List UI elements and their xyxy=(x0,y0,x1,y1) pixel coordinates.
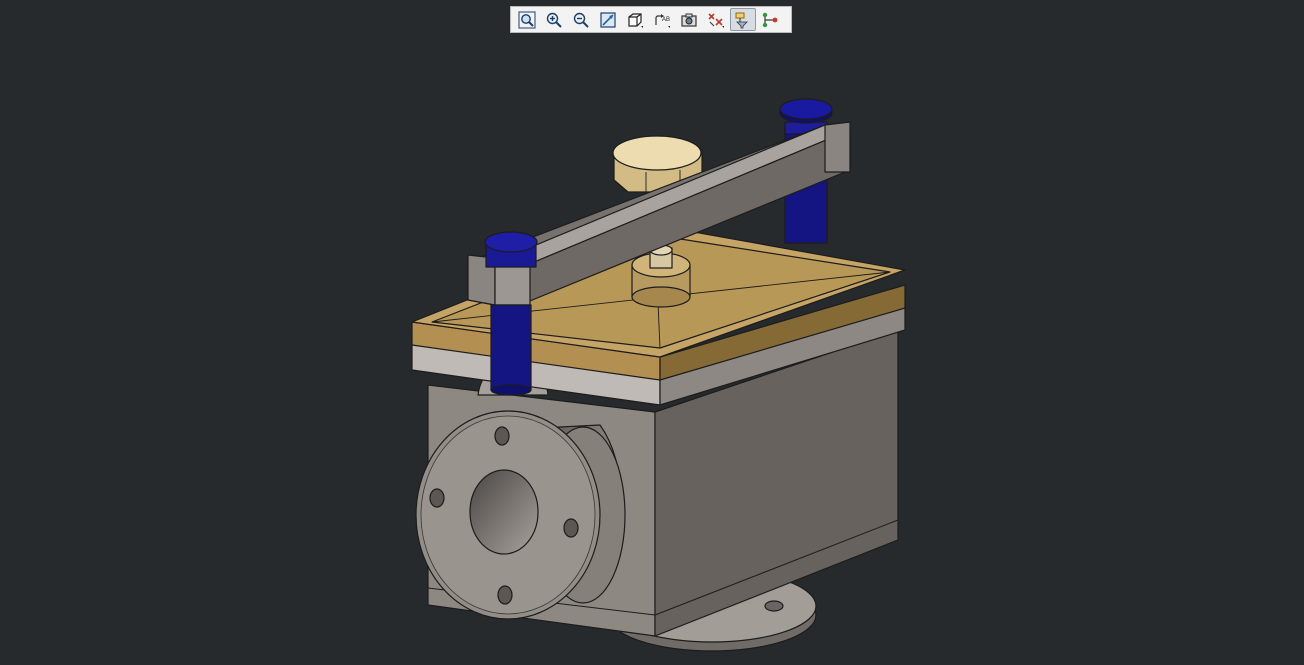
valve-assembly-model xyxy=(411,98,906,652)
side-flange xyxy=(415,410,626,620)
left-bolt xyxy=(484,231,538,396)
3d-viewport[interactable] xyxy=(0,0,1304,665)
